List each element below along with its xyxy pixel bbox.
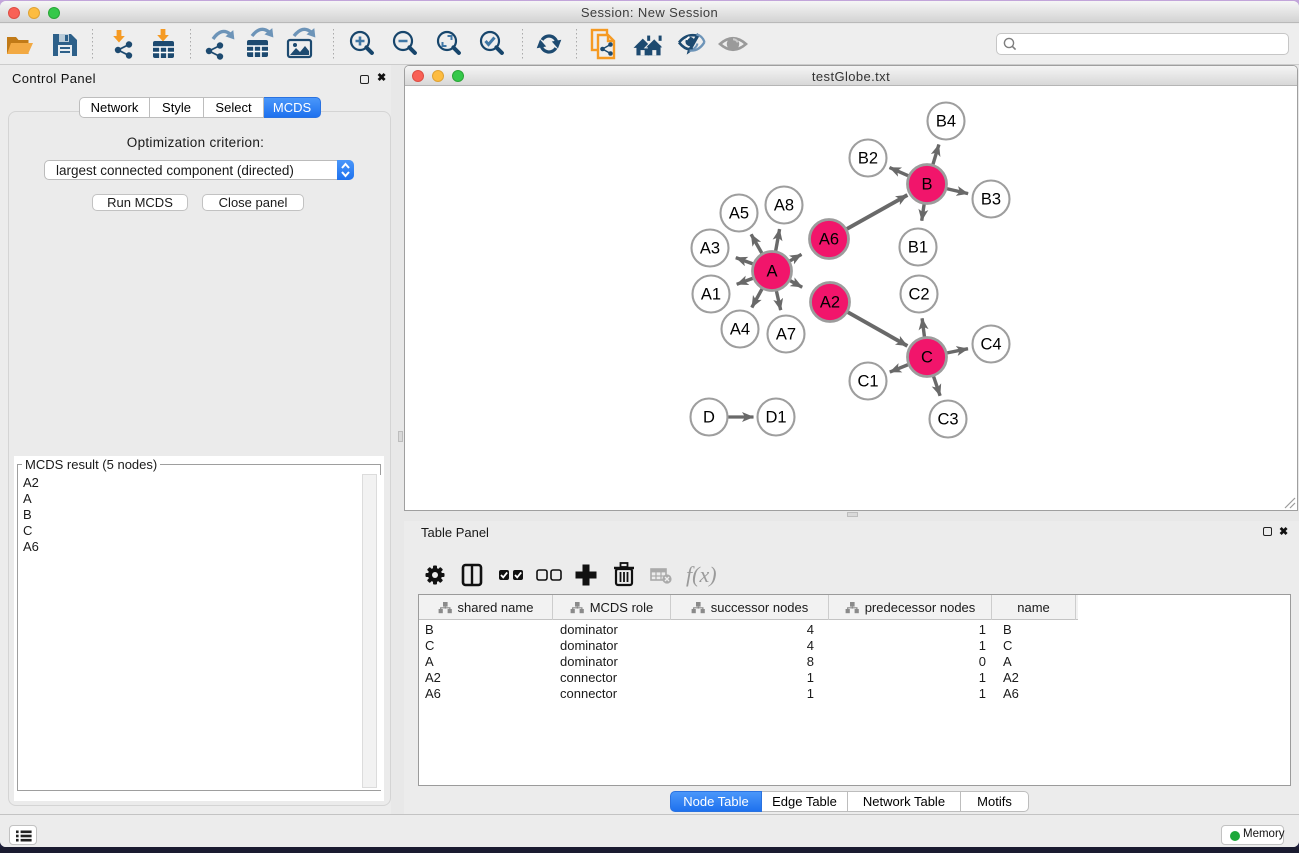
svg-text:C3: C3 bbox=[937, 411, 958, 429]
svg-text:B3: B3 bbox=[981, 191, 1001, 209]
svg-text:A7: A7 bbox=[776, 326, 796, 344]
svg-text:B: B bbox=[921, 176, 932, 194]
svg-text:A5: A5 bbox=[729, 205, 749, 223]
svg-text:C2: C2 bbox=[908, 286, 929, 304]
svg-text:C4: C4 bbox=[980, 336, 1001, 354]
svg-text:A8: A8 bbox=[774, 197, 794, 215]
svg-text:A6: A6 bbox=[819, 231, 839, 249]
svg-text:B2: B2 bbox=[858, 150, 878, 168]
svg-text:C1: C1 bbox=[857, 373, 878, 391]
svg-text:C: C bbox=[921, 349, 933, 367]
svg-text:D1: D1 bbox=[765, 409, 786, 427]
svg-text:A4: A4 bbox=[730, 321, 750, 339]
svg-text:f(x): f(x) bbox=[686, 562, 717, 587]
svg-text:B4: B4 bbox=[936, 113, 956, 131]
svg-text:A2: A2 bbox=[820, 294, 840, 312]
svg-text:B1: B1 bbox=[908, 239, 928, 257]
svg-text:D: D bbox=[703, 409, 715, 427]
svg-text:A1: A1 bbox=[701, 286, 721, 304]
svg-text:A: A bbox=[766, 263, 777, 281]
svg-text:A3: A3 bbox=[700, 240, 720, 258]
